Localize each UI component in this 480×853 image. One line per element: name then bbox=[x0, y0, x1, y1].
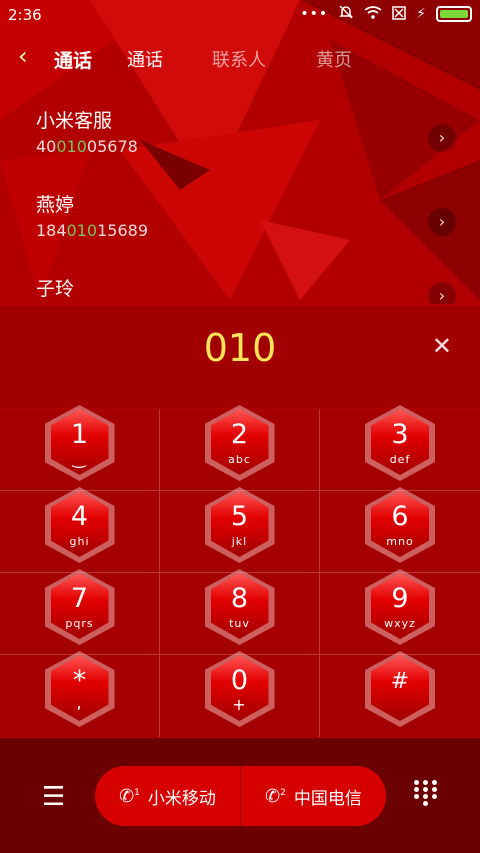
contact-name: 子玲 bbox=[36, 278, 75, 300]
tab-yellow-pages[interactable]: 黄页 bbox=[316, 46, 352, 72]
key-5[interactable]: 5 jkl bbox=[160, 487, 320, 573]
call-buttons: ✆1 小米移动 ✆2 中国电信 bbox=[95, 766, 386, 826]
phone-icon: ✆2 bbox=[265, 785, 286, 807]
phone-icon: ✆1 bbox=[119, 785, 140, 807]
list-item[interactable]: 燕婷 18401015689 › bbox=[36, 190, 456, 260]
dial-display: 010 ✕ bbox=[0, 306, 480, 408]
key-7[interactable]: 7 pqrs bbox=[0, 569, 160, 655]
battery-icon bbox=[436, 6, 472, 22]
key-1[interactable]: 1 ‿ bbox=[0, 405, 160, 491]
sim2-label: 中国电信 bbox=[293, 788, 362, 809]
call-sim1-button[interactable]: ✆1 小米移动 bbox=[95, 766, 240, 826]
top-tab-bar: ‹ 通话 通话 联系人 黄页 bbox=[0, 36, 480, 80]
contact-results-list: 小米客服 4001005678 › 燕婷 18401015689 › 子玲 › bbox=[0, 96, 480, 304]
key-2[interactable]: 2 abc bbox=[160, 405, 320, 491]
chevron-left-icon[interactable]: ‹ bbox=[18, 42, 28, 70]
call-sim2-button[interactable]: ✆2 中国电信 bbox=[240, 766, 386, 826]
mute-bell-icon bbox=[338, 4, 354, 24]
key-8[interactable]: 8 tuv bbox=[160, 569, 320, 655]
key-star[interactable]: *, bbox=[0, 651, 160, 737]
dial-keypad: 1 ‿ 2 abc 3 def 4 ghi 5 jkl 6 mno 7 pqrs 8 tuv 9… bbox=[0, 405, 480, 737]
status-time: 2:36 bbox=[8, 6, 42, 24]
list-item[interactable]: 子玲 › bbox=[36, 274, 456, 304]
wifi-icon bbox=[364, 5, 382, 24]
key-3[interactable]: 3 def bbox=[320, 405, 480, 491]
chevron-right-icon[interactable]: › bbox=[428, 282, 456, 304]
page-title: 通话 bbox=[54, 50, 93, 72]
more-dots-icon: ••• bbox=[300, 6, 329, 22]
bottom-bar: ☰ ✆1 小米移动 ✆2 中国电信 bbox=[0, 738, 480, 853]
no-sim-icon bbox=[392, 5, 406, 24]
tab-calls[interactable]: 通话 bbox=[127, 46, 163, 72]
sim1-label: 小米移动 bbox=[147, 788, 216, 809]
charging-icon: ⚡ bbox=[416, 6, 426, 22]
contact-number: 18401015689 bbox=[36, 221, 148, 240]
status-bar: 2:36 ••• ⚡ bbox=[0, 0, 480, 28]
list-item[interactable]: 小米客服 4001005678 › bbox=[36, 106, 456, 176]
contact-name: 小米客服 bbox=[36, 110, 113, 132]
chevron-right-icon[interactable]: › bbox=[428, 208, 456, 236]
dialpad-icon[interactable] bbox=[414, 780, 440, 808]
key-9[interactable]: 9 wxyz bbox=[320, 569, 480, 655]
key-6[interactable]: 6 mno bbox=[320, 487, 480, 573]
key-0[interactable]: 0 + bbox=[160, 651, 320, 737]
contact-number: 4001005678 bbox=[36, 137, 138, 156]
close-icon[interactable]: ✕ bbox=[432, 332, 452, 360]
key-hash[interactable]: # bbox=[320, 651, 480, 737]
contact-name: 燕婷 bbox=[36, 194, 75, 216]
menu-icon[interactable]: ☰ bbox=[42, 782, 65, 812]
chevron-right-icon[interactable]: › bbox=[428, 124, 456, 152]
voicemail-icon: ‿ bbox=[72, 449, 87, 468]
dialed-number: 010 bbox=[203, 326, 277, 370]
key-4[interactable]: 4 ghi bbox=[0, 487, 160, 573]
tab-contacts[interactable]: 联系人 bbox=[212, 46, 266, 72]
